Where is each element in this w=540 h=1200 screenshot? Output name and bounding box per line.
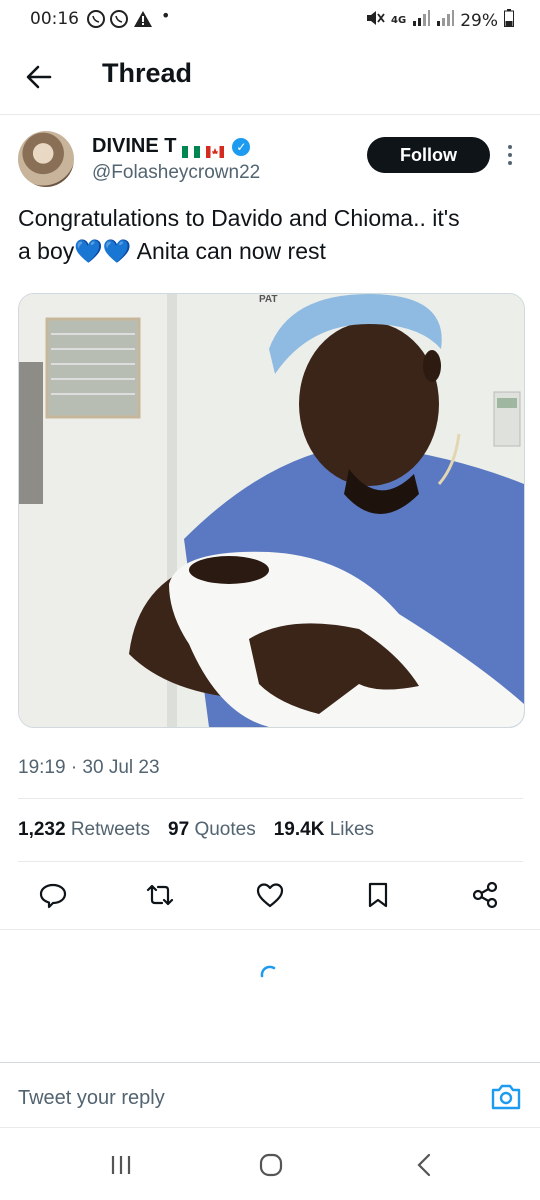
- tweet-text: Congratulations to Davido and Chioma.. i…: [18, 202, 523, 268]
- likes-label: Likes: [329, 819, 375, 840]
- tweet-text-line: Congratulations to Davido and Chioma.. i…: [18, 205, 460, 231]
- bookmark-icon[interactable]: [363, 880, 393, 910]
- tweet-text-fragment: Anita can now rest: [131, 238, 326, 264]
- author-handle[interactable]: @Folasheycrown22: [92, 162, 260, 184]
- quotes-stat[interactable]: 97 Quotes: [168, 819, 256, 841]
- tweet-image-illustration: PAT: [19, 294, 524, 727]
- page-title: Thread: [102, 58, 193, 88]
- follow-button[interactable]: Follow: [367, 137, 490, 173]
- system-nav-bar: [0, 1128, 540, 1200]
- home-icon[interactable]: [256, 1150, 286, 1180]
- status-right: 4G 29%: [365, 9, 514, 32]
- recent-apps-icon[interactable]: [106, 1150, 136, 1180]
- retweet-icon[interactable]: [145, 880, 175, 910]
- blue-heart-emoji: 💙💙: [74, 238, 132, 264]
- signal-icon: [412, 10, 431, 31]
- signal-icon: [436, 10, 455, 31]
- more-options-icon[interactable]: [505, 143, 515, 167]
- camera-icon[interactable]: [490, 1083, 522, 1111]
- verified-badge-icon: ✓: [232, 137, 251, 156]
- status-bar: 00:16 • 4G 29%: [0, 0, 540, 40]
- tweet-text-line: a boy💙💙 Anita can now rest: [18, 235, 523, 268]
- alert-icon: [133, 9, 153, 33]
- battery-icon: [504, 9, 514, 32]
- tweet-text-fragment: a boy: [18, 238, 75, 264]
- reply-icon[interactable]: [38, 880, 68, 910]
- whatsapp-icon: [109, 9, 129, 33]
- tweet-stats: 1,232 Retweets 97 Quotes 19.4K Likes: [18, 819, 374, 841]
- like-icon[interactable]: [255, 880, 285, 910]
- canada-flag-icon: [206, 141, 225, 158]
- avatar[interactable]: [18, 131, 74, 187]
- share-icon[interactable]: [470, 880, 500, 910]
- dot-icon: •: [161, 6, 171, 25]
- image-sign-text: PAT: [259, 294, 278, 305]
- reply-input[interactable]: Tweet your reply: [18, 1087, 165, 1110]
- retweets-count: 1,232: [18, 819, 66, 840]
- network-type: 4G: [391, 15, 407, 26]
- retweets-label: Retweets: [70, 819, 151, 840]
- battery-percent: 29%: [460, 10, 498, 31]
- back-nav-icon[interactable]: [410, 1150, 440, 1180]
- author-display-name: DIVINE T: [92, 135, 177, 157]
- divider: [18, 861, 523, 862]
- arrow-left-icon[interactable]: [22, 60, 56, 94]
- likes-count: 19.4K: [273, 819, 325, 840]
- divider: [0, 929, 540, 930]
- thread-header: Thread: [0, 40, 540, 115]
- tweet-actions: [0, 868, 540, 924]
- tweet-image[interactable]: PAT: [18, 293, 525, 728]
- status-time: 00:16: [30, 9, 79, 29]
- nigeria-flag-icon: [182, 141, 201, 158]
- divider: [18, 798, 523, 799]
- retweets-stat[interactable]: 1,232 Retweets: [18, 819, 150, 841]
- mute-icon: [365, 9, 385, 32]
- reply-bar[interactable]: Tweet your reply: [0, 1062, 540, 1128]
- quotes-label: Quotes: [194, 819, 256, 840]
- quotes-count: 97: [168, 819, 190, 840]
- likes-stat[interactable]: 19.4K Likes: [274, 819, 374, 841]
- tweet-timestamp[interactable]: 19:19 · 30 Jul 23: [18, 757, 160, 779]
- loading-spinner-icon: [257, 962, 279, 984]
- whatsapp-icon: [86, 9, 106, 33]
- author-name[interactable]: DIVINE T ✓: [92, 135, 251, 158]
